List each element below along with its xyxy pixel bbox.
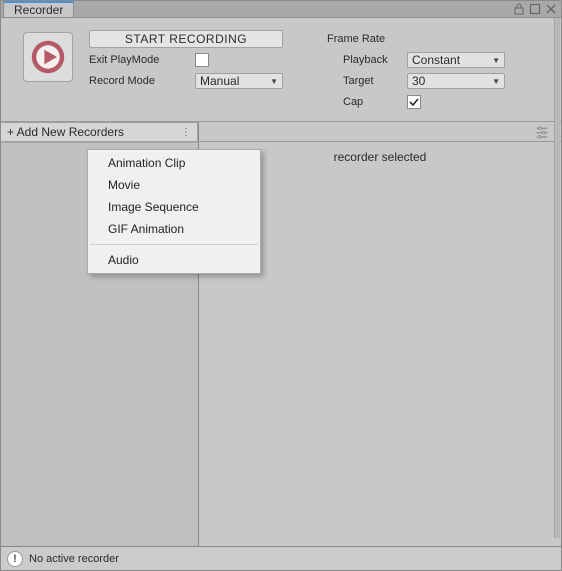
close-icon[interactable] [545,3,557,15]
chevron-down-icon: ▼ [492,56,500,65]
menu-separator [90,244,258,245]
target-value: 30 [412,74,425,88]
recorder-type-menu: Animation Clip Movie Image Sequence GIF … [87,149,261,274]
lock-icon[interactable] [513,3,525,15]
control-strip: START RECORDING Exit PlayMode Record Mod… [1,18,561,122]
maximize-icon[interactable] [529,3,541,15]
tab-label: Recorder [14,3,63,17]
status-bar: ! No active recorder [1,546,561,570]
target-label: Target [327,75,401,87]
play-button[interactable] [23,32,73,82]
chevron-down-icon: ▼ [270,77,278,86]
record-mode-label: Record Mode [89,75,189,87]
empty-state-message: recorder selected [334,150,427,546]
record-mode-value: Manual [200,74,239,88]
frame-rate-heading: Frame Rate [327,30,505,48]
tab-recorder[interactable]: Recorder [3,1,74,17]
left-controls: START RECORDING Exit PlayMode Record Mod… [89,30,283,111]
chevron-down-icon: ▼ [492,77,500,86]
right-controls: Frame Rate Playback Constant ▼ Target 30… [327,30,505,111]
menu-item-audio[interactable]: Audio [88,249,260,271]
cap-label: Cap [327,96,401,108]
kebab-menu-icon[interactable]: ⋮ [181,127,191,138]
target-dropdown[interactable]: 30 ▼ [407,73,505,89]
playback-value: Constant [412,53,460,67]
add-new-recorders-label: + Add New Recorders [7,125,124,139]
playback-label: Playback [327,54,401,66]
add-new-recorders-button[interactable]: + Add New Recorders ⋮ [1,122,198,142]
start-recording-button[interactable]: START RECORDING [89,30,283,48]
scrollbar[interactable] [554,18,560,538]
main-header [199,122,561,142]
menu-item-movie[interactable]: Movie [88,174,260,196]
status-message: No active recorder [29,553,119,565]
recorder-window: Recorder START RECORDING [0,0,562,571]
cap-checkbox[interactable] [407,95,421,109]
playback-dropdown[interactable]: Constant ▼ [407,52,505,68]
check-icon [408,96,420,108]
exit-playmode-label: Exit PlayMode [89,54,189,66]
menu-item-animation-clip[interactable]: Animation Clip [88,152,260,174]
window-controls [513,1,561,17]
exit-playmode-checkbox[interactable] [195,53,209,67]
record-mode-dropdown[interactable]: Manual ▼ [195,73,283,89]
menu-item-gif-animation[interactable]: GIF Animation [88,218,260,240]
menu-item-image-sequence[interactable]: Image Sequence [88,196,260,218]
start-recording-label: START RECORDING [125,32,247,46]
settings-icon[interactable] [535,125,549,139]
play-icon [30,39,66,75]
warning-icon: ! [7,551,23,567]
tab-bar: Recorder [1,1,561,18]
body: + Add New Recorders ⋮ recorder selected [1,122,561,546]
